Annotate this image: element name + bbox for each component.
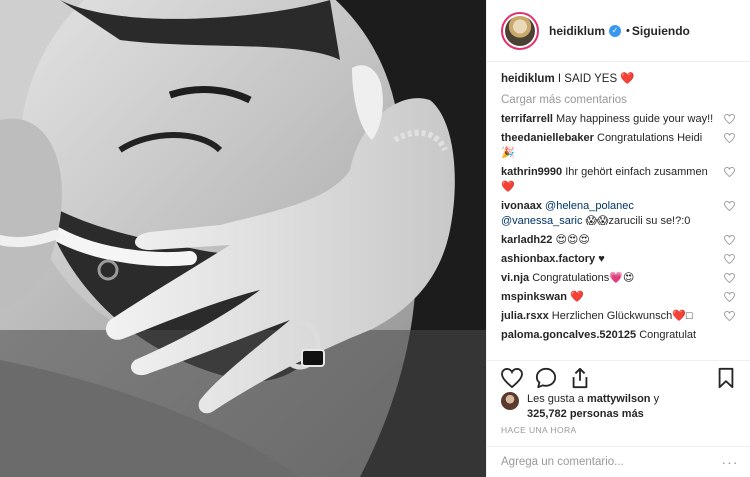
author-avatar[interactable]	[501, 11, 539, 50]
liker-username[interactable]: mattywilson	[587, 393, 651, 405]
comment-username[interactable]: paloma.goncalves.520125	[501, 329, 636, 341]
comment-username[interactable]: ashionbax.factory	[501, 253, 595, 265]
comment-text: Congratulat	[639, 329, 697, 341]
comment-username[interactable]: theedaniellebaker	[501, 132, 594, 144]
comment-username[interactable]: karladh22	[501, 234, 552, 246]
comment-item: julia.rsxx Herzlichen Glückwunsch❤️□	[501, 309, 737, 324]
like-comment-heart-icon[interactable]	[724, 114, 735, 124]
author-avatar-image	[505, 15, 535, 46]
post-photo[interactable]	[0, 0, 486, 477]
likes-prefix: Les gusta a	[527, 393, 584, 405]
comment-item: karladh22 😍😍😍	[501, 233, 737, 248]
caption-username[interactable]: heidiklum	[501, 73, 555, 85]
like-comment-heart-icon[interactable]	[724, 292, 735, 302]
like-comment-heart-icon[interactable]	[724, 273, 735, 283]
caption-text: I SAID YES ❤️	[557, 73, 635, 85]
post-header: heidiklum ✓ • Siguiendo	[487, 0, 750, 62]
comments-list[interactable]: heidiklum I SAID YES ❤️ Cargar más comen…	[487, 64, 750, 360]
comment-item: vi.nja Congratulations💗😍	[501, 271, 737, 286]
load-more-comments-link[interactable]: Cargar más comentarios	[501, 94, 737, 106]
author-username[interactable]: heidiklum	[549, 24, 605, 38]
comment-button[interactable]	[533, 365, 559, 391]
like-comment-heart-icon[interactable]	[724, 167, 735, 177]
comment-username[interactable]: julia.rsxx	[501, 310, 549, 322]
post-caption: heidiklum I SAID YES ❤️	[501, 71, 737, 87]
more-options-icon[interactable]: ···	[721, 454, 739, 470]
likes-joiner: y	[653, 393, 660, 405]
comment-item: ivonaax @helena_polanec @vanessa_saric 😱…	[501, 199, 737, 229]
comment-bubble-icon	[535, 367, 557, 388]
header-separator: •	[626, 24, 630, 37]
like-button[interactable]	[499, 365, 525, 391]
add-comment-input[interactable]	[501, 456, 721, 468]
comment-username[interactable]: terrifarrell	[501, 113, 553, 125]
comment-username[interactable]: ivonaax	[501, 200, 542, 212]
comment-text: Herzlichen Glückwunsch❤️□	[551, 310, 693, 322]
like-comment-heart-icon[interactable]	[724, 311, 735, 321]
comment-item: terrifarrell May happiness guide your wa…	[501, 112, 737, 127]
like-comment-heart-icon[interactable]	[724, 201, 735, 211]
comment-mention-link[interactable]: @vanessa_saric	[501, 215, 582, 227]
comment-item: theedaniellebaker Congratulations Heidi …	[501, 131, 737, 161]
comment-item: paloma.goncalves.520125 Congratulat	[501, 328, 737, 343]
comment-text: ♥	[598, 253, 605, 265]
comment-text: 😍😍😍	[555, 234, 590, 246]
share-button[interactable]	[567, 365, 593, 391]
like-comment-heart-icon[interactable]	[724, 254, 735, 264]
comment-item: mspinkswan ❤️	[501, 290, 737, 305]
verified-badge-icon: ✓	[609, 24, 622, 37]
following-button[interactable]: Siguiendo	[632, 24, 690, 38]
liker-avatar	[501, 392, 519, 410]
like-comment-heart-icon[interactable]	[724, 133, 735, 143]
comment-text: May happiness guide your way!!	[556, 113, 714, 125]
comment-text: 😱😱zarucili su se!?:0	[585, 215, 691, 227]
comment-username[interactable]: kathrin9990	[501, 166, 562, 178]
likes-summary[interactable]: Les gusta a mattywilson y 325,782 person…	[501, 392, 659, 422]
comment-text: Congratulations💗😍	[532, 272, 635, 284]
post-sidebar: heidiklum ✓ • Siguiendo heidiklum I SAID…	[486, 0, 750, 477]
comment-text: ❤️	[570, 291, 584, 303]
comment-item: ashionbax.factory ♥	[501, 252, 737, 267]
like-comment-heart-icon[interactable]	[724, 235, 735, 245]
likes-count[interactable]: 325,782 personas más	[527, 408, 644, 420]
comment-username[interactable]: vi.nja	[501, 272, 529, 284]
bookmark-icon	[718, 367, 734, 388]
post-actions-bar	[487, 360, 750, 390]
share-upload-icon	[572, 367, 588, 388]
instagram-post: heidiklum ✓ • Siguiendo heidiklum I SAID…	[0, 0, 750, 477]
add-comment-bar: ···	[487, 446, 750, 477]
engagement-photo	[0, 0, 486, 477]
comment-item: kathrin9990 Ihr gehört einfach zusammen …	[501, 165, 737, 195]
heart-icon	[501, 367, 523, 388]
comment-username[interactable]: mspinkswan	[501, 291, 567, 303]
save-button[interactable]	[713, 365, 739, 391]
comment-mention-link[interactable]: @helena_polanec	[545, 200, 634, 212]
post-timestamp[interactable]: HACE UNA HORA	[501, 425, 577, 435]
likes-text: Les gusta a mattywilson y 325,782 person…	[527, 392, 659, 422]
